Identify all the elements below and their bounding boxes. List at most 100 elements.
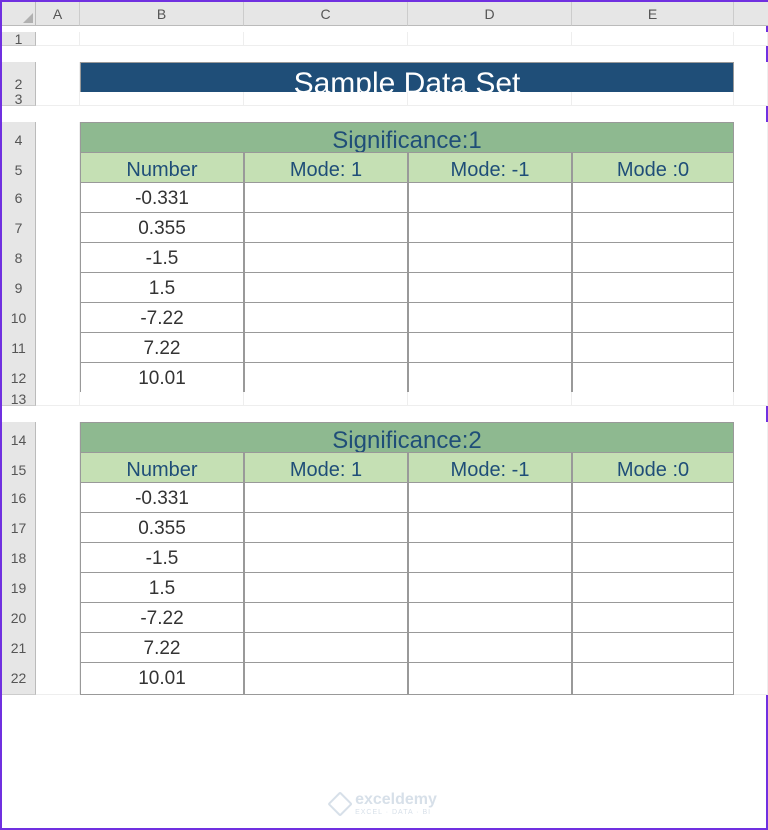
table-cell[interactable]: [572, 482, 734, 515]
table-cell[interactable]: [244, 512, 408, 545]
cell-blank[interactable]: [36, 32, 80, 46]
row-header-19[interactable]: 19: [2, 572, 36, 605]
cell-blank[interactable]: [734, 332, 768, 365]
table-cell[interactable]: [572, 542, 734, 575]
table-cell[interactable]: [408, 272, 572, 305]
table-cell[interactable]: [572, 662, 734, 695]
cell-blank[interactable]: [36, 302, 80, 335]
row-header-9[interactable]: 9: [2, 272, 36, 305]
table-cell[interactable]: [244, 662, 408, 695]
table-cell[interactable]: [408, 182, 572, 215]
table-cell[interactable]: [244, 362, 408, 395]
cell-blank[interactable]: [36, 362, 80, 395]
cell-blank[interactable]: [36, 332, 80, 365]
row-header-22[interactable]: 22: [2, 662, 36, 695]
table-cell[interactable]: [408, 572, 572, 605]
table-cell[interactable]: [408, 242, 572, 275]
cell-blank[interactable]: [734, 482, 768, 515]
cell-blank[interactable]: [36, 392, 80, 406]
cell-blank[interactable]: [734, 92, 768, 106]
cell-blank[interactable]: [36, 92, 80, 106]
cell-blank[interactable]: [36, 272, 80, 305]
cell-blank[interactable]: [244, 392, 408, 406]
cell-blank[interactable]: [734, 572, 768, 605]
table-cell[interactable]: [408, 332, 572, 365]
table-cell[interactable]: [572, 272, 734, 305]
spreadsheet-grid[interactable]: ABCDE12Sample Data Set34Significance:15N…: [2, 2, 766, 692]
table-cell[interactable]: -0.331: [80, 482, 244, 515]
row-header-21[interactable]: 21: [2, 632, 36, 665]
select-all-triangle[interactable]: [2, 2, 36, 26]
column-header-E[interactable]: E: [572, 2, 734, 26]
table-cell[interactable]: [244, 602, 408, 635]
cell-blank[interactable]: [80, 92, 244, 106]
cell-blank[interactable]: [36, 482, 80, 515]
cell-blank[interactable]: [408, 92, 572, 106]
table-cell[interactable]: [408, 362, 572, 395]
cell-blank[interactable]: [734, 362, 768, 395]
column-header-B[interactable]: B: [80, 2, 244, 26]
cell-blank[interactable]: [734, 212, 768, 245]
row-header-7[interactable]: 7: [2, 212, 36, 245]
cell-blank[interactable]: [734, 242, 768, 275]
cell-blank[interactable]: [734, 662, 768, 695]
row-header-11[interactable]: 11: [2, 332, 36, 365]
table-cell[interactable]: [244, 302, 408, 335]
table-cell[interactable]: [408, 512, 572, 545]
cell-blank[interactable]: [408, 32, 572, 46]
row-header-10[interactable]: 10: [2, 302, 36, 335]
cell-blank[interactable]: [734, 32, 768, 46]
cell-blank[interactable]: [36, 182, 80, 215]
table-cell[interactable]: [408, 632, 572, 665]
cell-blank[interactable]: [36, 632, 80, 665]
cell-blank[interactable]: [80, 392, 244, 406]
cell-blank[interactable]: [734, 182, 768, 215]
table-cell[interactable]: [408, 212, 572, 245]
table-cell[interactable]: [244, 182, 408, 215]
table-cell[interactable]: 7.22: [80, 332, 244, 365]
table-cell[interactable]: -1.5: [80, 242, 244, 275]
table-cell[interactable]: [572, 242, 734, 275]
table-cell[interactable]: [408, 602, 572, 635]
cell-blank[interactable]: [572, 32, 734, 46]
table-cell[interactable]: [244, 572, 408, 605]
cell-blank[interactable]: [572, 392, 734, 406]
cell-blank[interactable]: [36, 542, 80, 575]
table-cell[interactable]: [572, 212, 734, 245]
table-cell[interactable]: -7.22: [80, 602, 244, 635]
table-cell[interactable]: [244, 482, 408, 515]
cell-blank[interactable]: [244, 32, 408, 46]
table-cell[interactable]: [244, 632, 408, 665]
table-cell[interactable]: 10.01: [80, 662, 244, 695]
table-cell[interactable]: [244, 272, 408, 305]
cell-blank[interactable]: [36, 602, 80, 635]
table-cell[interactable]: [572, 362, 734, 395]
table-cell[interactable]: [408, 662, 572, 695]
row-header-3[interactable]: 3: [2, 92, 36, 106]
table-cell[interactable]: [244, 542, 408, 575]
cell-blank[interactable]: [36, 212, 80, 245]
row-header-18[interactable]: 18: [2, 542, 36, 575]
table-cell[interactable]: -1.5: [80, 542, 244, 575]
cell-blank[interactable]: [734, 272, 768, 305]
row-header-8[interactable]: 8: [2, 242, 36, 275]
cell-blank[interactable]: [734, 512, 768, 545]
table-cell[interactable]: [408, 302, 572, 335]
table-cell[interactable]: [572, 602, 734, 635]
cell-blank[interactable]: [408, 392, 572, 406]
row-header-20[interactable]: 20: [2, 602, 36, 635]
table-cell[interactable]: 1.5: [80, 572, 244, 605]
table-cell[interactable]: 0.355: [80, 512, 244, 545]
table-cell[interactable]: 7.22: [80, 632, 244, 665]
table-cell[interactable]: [244, 242, 408, 275]
cell-blank[interactable]: [36, 662, 80, 695]
cell-blank[interactable]: [36, 572, 80, 605]
row-header-1[interactable]: 1: [2, 32, 36, 46]
row-header-13[interactable]: 13: [2, 392, 36, 406]
cell-blank[interactable]: [36, 512, 80, 545]
cell-blank[interactable]: [572, 92, 734, 106]
table-cell[interactable]: [408, 482, 572, 515]
table-cell[interactable]: [572, 512, 734, 545]
row-header-16[interactable]: 16: [2, 482, 36, 515]
table-cell[interactable]: 1.5: [80, 272, 244, 305]
